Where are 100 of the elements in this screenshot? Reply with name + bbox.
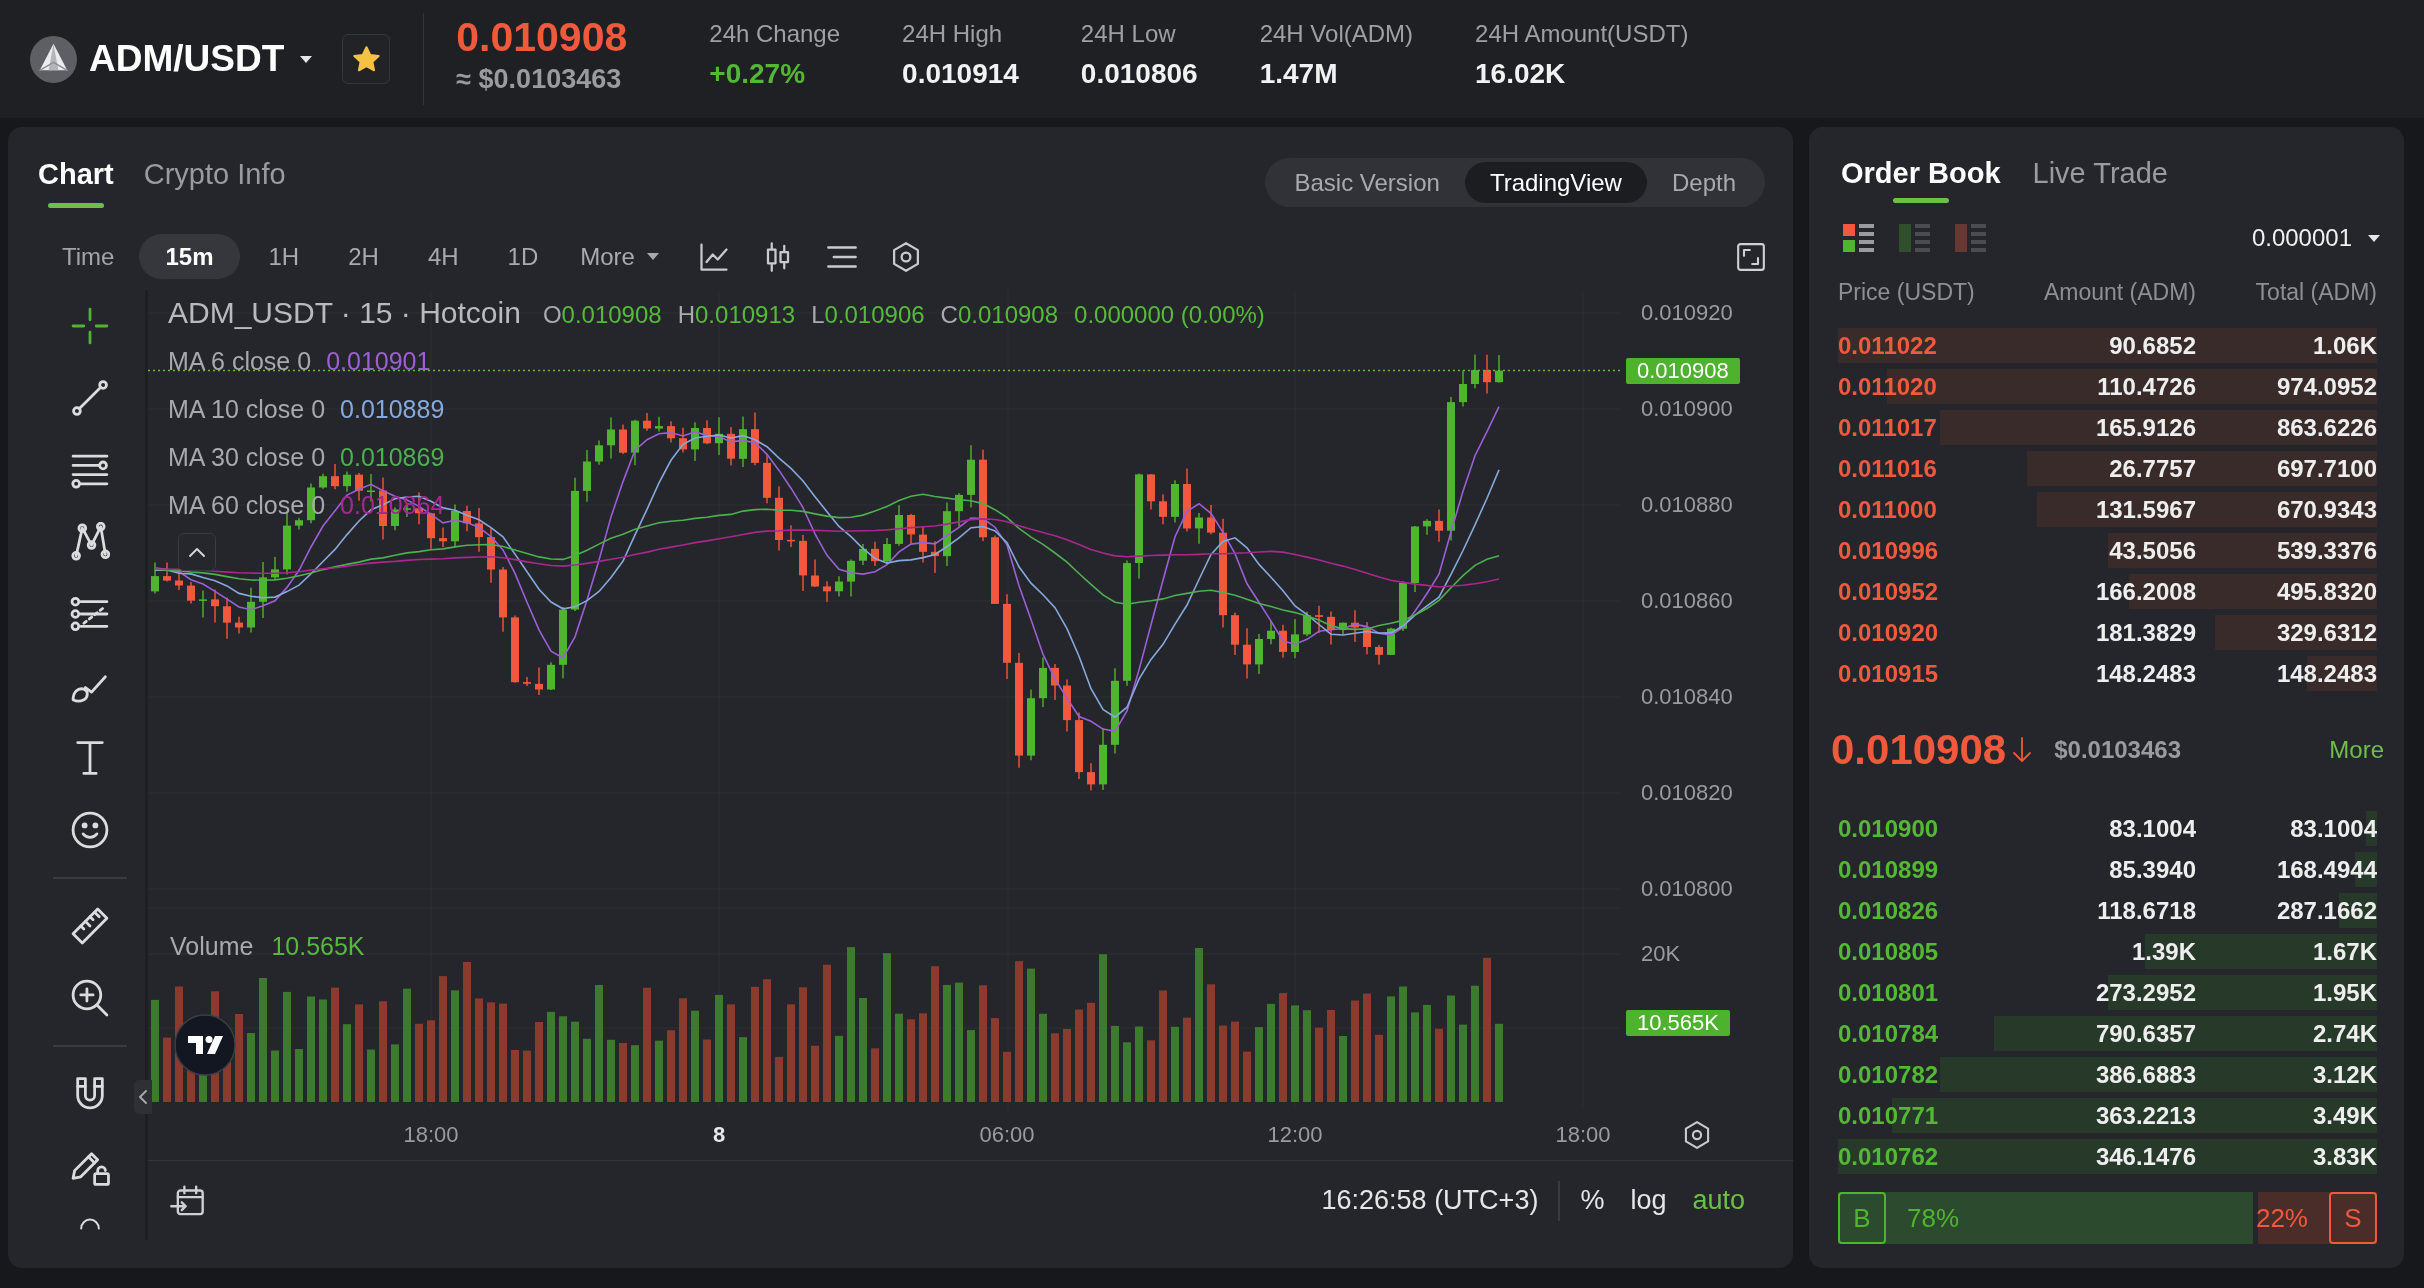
bid-price[interactable]: 0.010826 <box>1838 896 1939 925</box>
ask-total: 1.06K <box>2312 331 2377 360</box>
bid-amount: 85.3940 <box>2109 855 2196 884</box>
trend-line-icon[interactable] <box>70 378 110 418</box>
bid-price[interactable]: 0.010762 <box>1838 1142 1939 1171</box>
scale-toggle[interactable]: auto <box>1692 1185 1745 1216</box>
interval-tab[interactable]: 1D <box>487 234 559 279</box>
view-tab[interactable]: Depth <box>1646 162 1761 203</box>
chart-tab[interactable]: Chart <box>38 156 114 208</box>
ask-total: 539.3376 <box>2276 536 2377 565</box>
ask-amount: 90.6852 <box>2109 331 2196 360</box>
ask-total: 329.6312 <box>2276 618 2377 647</box>
more-dropdown[interactable]: More <box>580 234 659 279</box>
ask-price[interactable]: 0.011020 <box>1838 372 1937 401</box>
scale-toggle[interactable]: % <box>1580 1185 1605 1216</box>
stat-label: 24H Low <box>1080 19 1176 49</box>
arc-icon[interactable] <box>79 1218 101 1230</box>
smiley-icon[interactable] <box>70 810 110 850</box>
stat-label: 24H Vol(ADM) <box>1259 19 1414 49</box>
ask-total: 863.6226 <box>2276 413 2377 442</box>
bid-price[interactable]: 0.010784 <box>1838 1019 1939 1048</box>
fullscreen-icon[interactable] <box>1737 242 1765 271</box>
ask-price[interactable]: 0.011016 <box>1838 454 1937 483</box>
order-book-tab[interactable]: Live Trade <box>2032 152 2168 203</box>
mid-price: 0.010908 <box>1831 726 2007 774</box>
bid-total: 83.1004 <box>2290 814 2377 843</box>
stat-value: 16.02K <box>1475 57 1566 91</box>
interval-tab[interactable]: 15m <box>139 234 240 279</box>
ask-price[interactable]: 0.010915 <box>1838 659 1939 688</box>
caret-down-icon[interactable] <box>300 55 313 63</box>
bid-price[interactable]: 0.010782 <box>1838 1060 1939 1089</box>
ask-price[interactable]: 0.011017 <box>1838 413 1937 442</box>
ohlc-value: 0.010908 <box>561 300 662 330</box>
bid-price[interactable]: 0.010771 <box>1838 1101 1939 1130</box>
time-axis-label: 18:00 <box>403 1122 459 1148</box>
interval-tab[interactable]: 2H <box>328 234 399 279</box>
ask-price[interactable]: 0.011000 <box>1838 495 1937 524</box>
zoom-in-icon[interactable] <box>70 978 110 1018</box>
ask-amount: 148.2483 <box>2095 659 2196 688</box>
ask-total: 697.7100 <box>2276 454 2377 483</box>
stat-value: 0.010914 <box>902 57 1019 91</box>
settings-icon[interactable] <box>890 241 921 272</box>
ask-price[interactable]: 0.010920 <box>1838 618 1939 647</box>
more-link[interactable]: More <box>2329 736 2384 764</box>
bid-amount: 346.1476 <box>2095 1142 2196 1171</box>
bid-total: 287.1662 <box>2276 896 2377 925</box>
ask-amount: 165.9126 <box>2095 413 2196 442</box>
ask-price[interactable]: 0.010952 <box>1838 577 1939 606</box>
caret-down-icon <box>646 253 659 260</box>
collapse-handle[interactable] <box>134 1080 152 1114</box>
calendar-arrow-icon[interactable] <box>170 1183 204 1218</box>
bid-amount: 790.6357 <box>2095 1019 2196 1048</box>
view-tab[interactable]: Basic Version <box>1269 162 1465 203</box>
time-label: Time <box>62 242 115 271</box>
ask-amount: 181.3829 <box>2095 618 2196 647</box>
bid-price[interactable]: 0.010900 <box>1838 814 1939 843</box>
chevron-left-icon <box>139 1090 147 1104</box>
chart-tab[interactable]: Crypto Info <box>143 156 286 208</box>
level-lines-icon[interactable] <box>70 594 110 634</box>
bid-total: 3.12K <box>2312 1060 2377 1089</box>
bid-total: 3.83K <box>2312 1142 2377 1171</box>
order-book-tab[interactable]: Order Book <box>1841 152 2001 203</box>
sell-marker: S <box>2329 1192 2377 1244</box>
bid-amount: 273.2952 <box>2095 978 2196 1007</box>
line-chart-icon[interactable] <box>698 241 729 272</box>
time-axis-label: 8 <box>712 1122 726 1148</box>
interval-tab[interactable]: 1H <box>248 234 320 279</box>
zigzag-nodes-icon[interactable] <box>70 522 110 562</box>
ruler-icon[interactable] <box>70 906 110 946</box>
stat-value: 0.010806 <box>1080 57 1198 91</box>
bid-price[interactable]: 0.010899 <box>1838 855 1939 884</box>
precision-dropdown[interactable]: 0.000001 <box>2251 224 2380 252</box>
crosshair-icon[interactable] <box>70 306 110 346</box>
bid-total: 1.67K <box>2312 937 2377 966</box>
ohlc-value: 0.010913 <box>695 300 796 330</box>
price-change: 0.000000 (0.00%) <box>1074 300 1265 330</box>
bid-price[interactable]: 0.010805 <box>1838 937 1939 966</box>
favorite-button[interactable] <box>342 34 391 84</box>
settings-icon[interactable] <box>1683 1121 1711 1149</box>
view-tab[interactable]: TradingView <box>1464 162 1647 203</box>
bid-total: 3.49K <box>2312 1101 2377 1130</box>
stat-label: 24h Change <box>709 19 841 49</box>
stat-label: 24H Amount(USDT) <box>1475 19 1689 49</box>
price-axis-label: 0.010820 <box>1641 779 1733 807</box>
bid-price[interactable]: 0.010801 <box>1838 978 1939 1007</box>
logo-icon[interactable] <box>174 1014 236 1076</box>
ask-price[interactable]: 0.011022 <box>1838 331 1937 360</box>
ask-total: 148.2483 <box>2276 659 2377 688</box>
caret-down-icon <box>2368 234 2380 242</box>
time-axis-label: 18:00 <box>1555 1122 1611 1148</box>
time-axis-label: 12:00 <box>1267 1122 1323 1148</box>
mid-price-usd: $0.0103463 <box>2054 736 2181 764</box>
scale-toggle[interactable]: log <box>1630 1185 1667 1216</box>
interval-tab[interactable]: 4H <box>407 234 479 279</box>
stat-value: 1.47M <box>1259 57 1338 91</box>
split-book-icon[interactable] <box>1843 224 1874 252</box>
pair-title[interactable]: ADM/USDT <box>89 37 285 81</box>
ask-amount: 166.2008 <box>2095 577 2196 606</box>
ohlc-key: O <box>542 300 562 330</box>
ask-price[interactable]: 0.010996 <box>1838 536 1939 565</box>
